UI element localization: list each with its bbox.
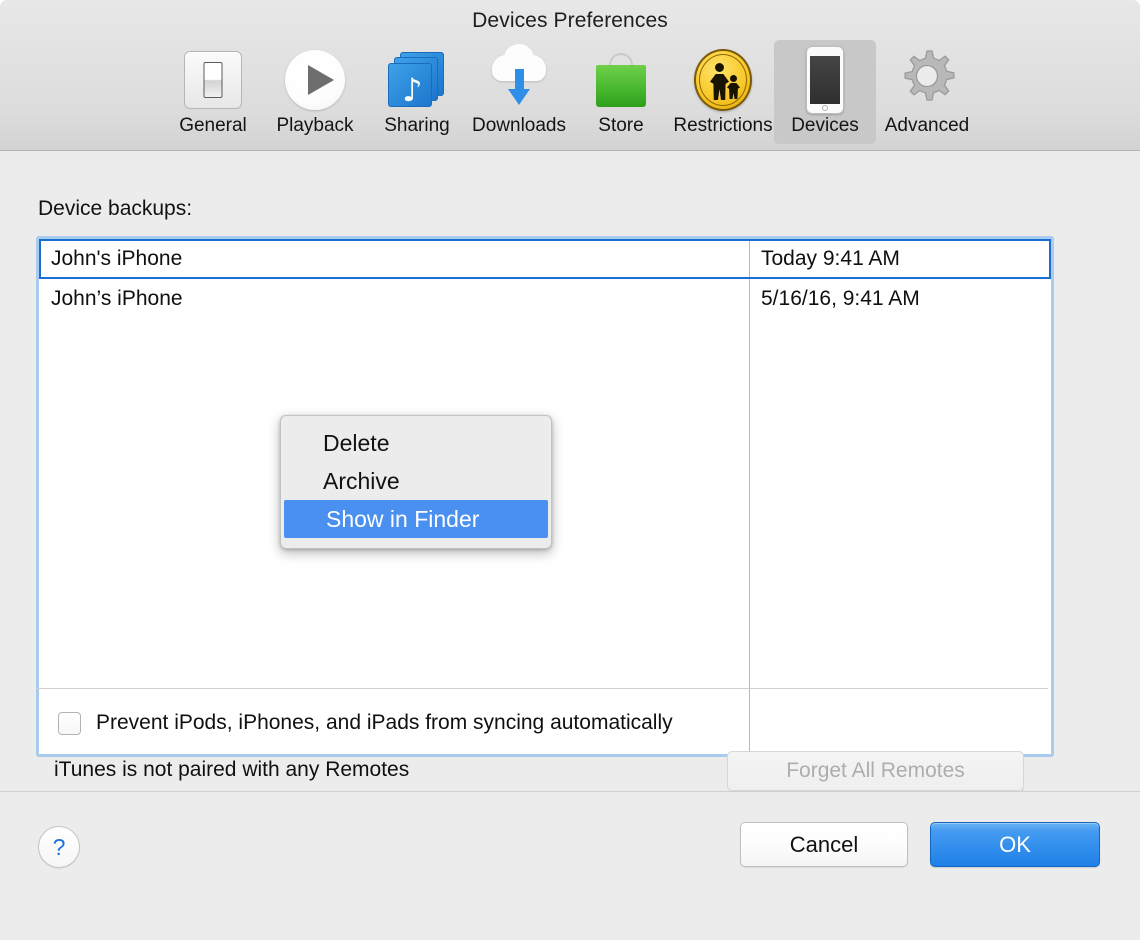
shopping-bag-icon xyxy=(588,47,654,113)
context-menu-item-show-in-finder[interactable]: Show in Finder xyxy=(284,500,548,538)
toolbar-label-downloads: Downloads xyxy=(472,115,566,137)
play-circle-icon xyxy=(282,47,348,113)
context-menu-item-delete[interactable]: Delete xyxy=(281,424,551,462)
switch-icon xyxy=(180,47,246,113)
toolbar-item-downloads[interactable]: Downloads xyxy=(468,40,570,144)
prevent-sync-label: Prevent iPods, iPhones, and iPads from s… xyxy=(96,711,673,735)
toolbar-label-restrictions: Restrictions xyxy=(673,115,772,137)
toolbar-label-sharing: Sharing xyxy=(384,115,450,137)
table-row[interactable]: John's iPhone Today 9:41 AM xyxy=(39,239,1051,279)
ok-button[interactable]: OK xyxy=(930,822,1100,867)
context-menu: Delete Archive Show in Finder xyxy=(280,415,552,549)
toolbar-label-general: General xyxy=(179,115,247,137)
toolbar-item-sharing[interactable]: ♪ Sharing xyxy=(366,40,468,144)
prevent-sync-checkbox[interactable] xyxy=(58,712,81,735)
prevent-sync-row[interactable]: Prevent iPods, iPhones, and iPads from s… xyxy=(58,711,673,735)
help-button[interactable]: ? xyxy=(38,826,80,868)
remotes-status-text: iTunes is not paired with any Remotes xyxy=(54,758,409,782)
devices-preferences-window: Devices Preferences General Playback ♪ xyxy=(0,0,1140,940)
window-title: Devices Preferences xyxy=(0,9,1140,33)
table-row[interactable]: John’s iPhone 5/16/16, 9:41 AM xyxy=(39,279,1051,319)
toolbar-item-advanced[interactable]: Advanced xyxy=(876,40,978,144)
iphone-icon xyxy=(792,47,858,113)
devices-pane: Device backups: John's iPhone Today 9:41… xyxy=(0,151,1140,791)
dialog-footer: ? Cancel OK xyxy=(0,791,1140,940)
context-menu-item-archive[interactable]: Archive xyxy=(281,462,551,500)
toolbar-item-store[interactable]: Store xyxy=(570,40,672,144)
device-backups-label: Device backups: xyxy=(38,197,192,221)
toolbar-label-store: Store xyxy=(598,115,643,137)
title-bar: Devices Preferences General Playback ♪ xyxy=(0,0,1140,151)
cancel-button[interactable]: Cancel xyxy=(740,822,908,867)
forget-all-remotes-button[interactable]: Forget All Remotes xyxy=(727,751,1024,791)
music-cards-icon: ♪ xyxy=(384,47,450,113)
backup-name: John’s iPhone xyxy=(51,287,183,311)
parental-badge-icon xyxy=(690,47,756,113)
backup-date: Today 9:41 AM xyxy=(761,247,900,271)
section-divider xyxy=(36,688,1048,689)
toolbar-label-devices: Devices xyxy=(791,115,859,137)
toolbar-item-general[interactable]: General xyxy=(162,40,264,144)
backup-date: 5/16/16, 9:41 AM xyxy=(761,287,920,311)
toolbar-label-advanced: Advanced xyxy=(885,115,970,137)
gear-icon xyxy=(894,47,960,113)
toolbar-item-devices[interactable]: Devices xyxy=(774,40,876,144)
cloud-download-icon xyxy=(486,47,552,113)
toolbar-item-playback[interactable]: Playback xyxy=(264,40,366,144)
toolbar-label-playback: Playback xyxy=(276,115,353,137)
toolbar-item-restrictions[interactable]: Restrictions xyxy=(672,40,774,144)
backup-name: John's iPhone xyxy=(51,247,182,271)
preferences-toolbar: General Playback ♪ Sharing xyxy=(0,40,1140,148)
